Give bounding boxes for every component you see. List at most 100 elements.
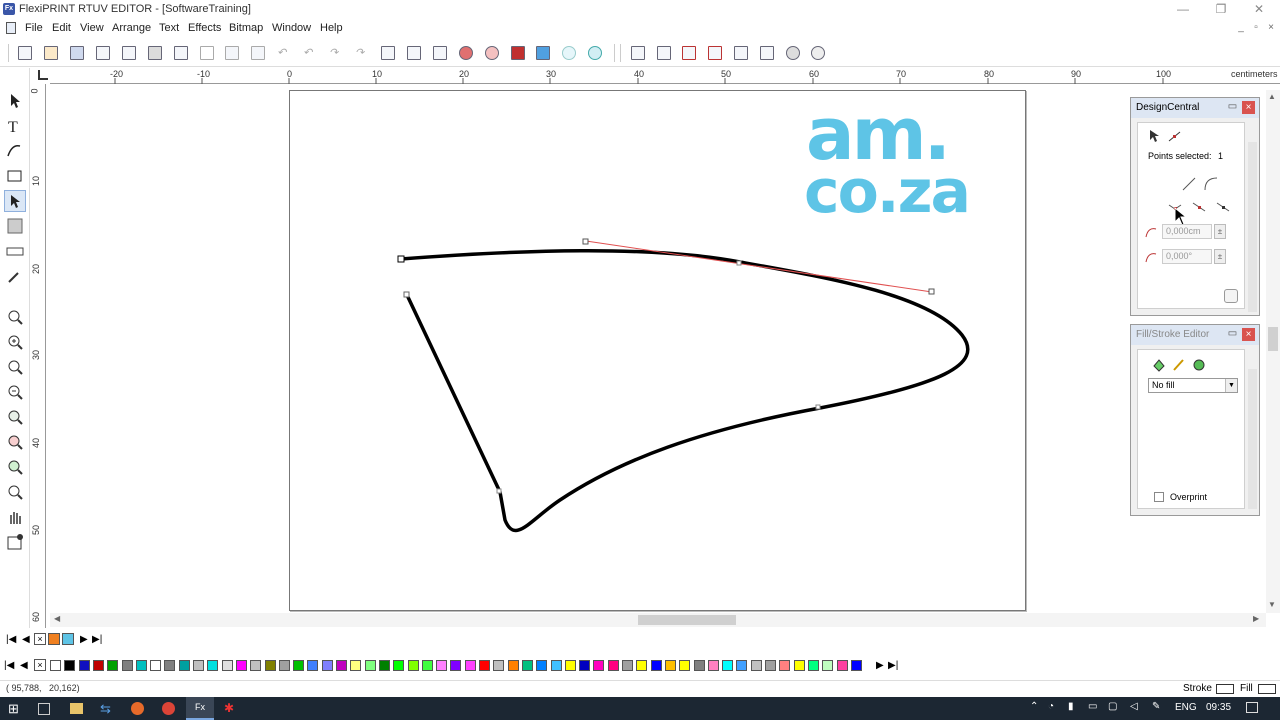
palette-swatch[interactable] xyxy=(322,660,333,671)
palette-swatch[interactable] xyxy=(579,660,590,671)
palette-swatch[interactable] xyxy=(736,660,747,671)
palette-swatch[interactable] xyxy=(694,660,705,671)
palette-swatch[interactable] xyxy=(708,660,719,671)
color-swatch[interactable] xyxy=(62,633,74,645)
palette-swatch[interactable] xyxy=(265,660,276,671)
palette-first-icon[interactable]: |◀ xyxy=(4,660,14,671)
horizontal-scroll-thumb[interactable] xyxy=(638,615,736,625)
palette-swatch[interactable] xyxy=(236,660,247,671)
firefox-icon[interactable] xyxy=(131,702,144,715)
path-node[interactable] xyxy=(736,260,742,266)
no-fill-swatch[interactable]: × xyxy=(34,659,46,671)
palette-swatch[interactable] xyxy=(79,660,90,671)
effects-icon[interactable] xyxy=(1190,356,1208,374)
palette-swatch[interactable] xyxy=(350,660,361,671)
tray-network-icon[interactable]: ▭ xyxy=(1088,701,1097,712)
panel-minimize-button[interactable]: ▭ xyxy=(1226,101,1239,114)
palette-swatch[interactable] xyxy=(408,660,419,671)
palette-swatch[interactable] xyxy=(279,660,290,671)
palette-swatch[interactable] xyxy=(479,660,490,671)
palette-swatch[interactable] xyxy=(851,660,862,671)
palette-swatch[interactable] xyxy=(751,660,762,671)
palette-swatch[interactable] xyxy=(336,660,347,671)
palette-swatch[interactable] xyxy=(808,660,819,671)
vertical-scrollbar[interactable]: ▲ ▼ xyxy=(1266,90,1280,613)
action-center-icon[interactable] xyxy=(1246,702,1258,713)
control-point[interactable] xyxy=(582,238,589,245)
palette-swatch[interactable] xyxy=(222,660,233,671)
palette-swatch[interactable] xyxy=(779,660,790,671)
palette-swatch[interactable] xyxy=(651,660,662,671)
tray-volume-icon[interactable]: ◁ xyxy=(1130,701,1138,712)
length-spinner[interactable]: ± xyxy=(1214,224,1226,239)
palette-swatch[interactable] xyxy=(822,660,833,671)
tray-mic-icon[interactable]: ▮ xyxy=(1068,701,1074,712)
path-node[interactable] xyxy=(496,488,502,494)
panel-close-button[interactable]: × xyxy=(1242,101,1255,114)
palette-swatch[interactable] xyxy=(622,660,633,671)
panel-minimize-button[interactable]: ▭ xyxy=(1226,328,1239,341)
palette-swatch[interactable] xyxy=(307,660,318,671)
angle-field[interactable]: 0,000° xyxy=(1162,249,1212,264)
color-swatch[interactable] xyxy=(48,633,60,645)
length-field[interactable]: 0,000cm xyxy=(1162,224,1212,239)
palette-swatch[interactable] xyxy=(765,660,776,671)
next-page-icon[interactable]: ▶ xyxy=(80,634,88,645)
first-page-icon[interactable]: |◀ xyxy=(6,634,16,645)
chevron-down-icon[interactable]: ▼ xyxy=(1225,379,1237,392)
palette-swatch[interactable] xyxy=(207,660,218,671)
palette-swatch[interactable] xyxy=(551,660,562,671)
tray-chevron-icon[interactable]: ⌃ xyxy=(1030,701,1038,712)
palette-swatch[interactable] xyxy=(164,660,175,671)
palette-swatch[interactable] xyxy=(136,660,147,671)
node-edit-icon[interactable] xyxy=(1166,127,1184,145)
palette-swatch[interactable] xyxy=(450,660,461,671)
prev-page-icon[interactable]: ◀ xyxy=(22,634,30,645)
palette-swatch[interactable] xyxy=(393,660,404,671)
no-color-swatch[interactable]: × xyxy=(34,633,46,645)
palette-swatch[interactable] xyxy=(608,660,619,671)
app-taskbar-icon[interactable]: ✱ xyxy=(224,700,242,717)
symmetric-node-icon[interactable] xyxy=(1214,197,1232,215)
curve-segment-icon[interactable] xyxy=(1202,175,1220,193)
panel-scrollbar[interactable] xyxy=(1248,142,1257,312)
palette-swatch[interactable] xyxy=(250,660,261,671)
palette-prev-icon[interactable]: ◀ xyxy=(20,660,28,671)
scroll-right-icon[interactable]: ▶ xyxy=(1253,614,1259,623)
clock[interactable]: 09:35 xyxy=(1206,702,1231,713)
control-point[interactable] xyxy=(928,288,935,295)
teamviewer-icon[interactable]: ⇆ xyxy=(100,700,118,717)
palette-swatch[interactable] xyxy=(93,660,104,671)
palette-swatch[interactable] xyxy=(193,660,204,671)
palette-swatch[interactable] xyxy=(679,660,690,671)
palette-swatch[interactable] xyxy=(365,660,376,671)
stroke-pen-icon[interactable] xyxy=(1170,356,1188,374)
panel-scrollbar[interactable] xyxy=(1248,369,1257,509)
angle-spinner[interactable]: ± xyxy=(1214,249,1226,264)
scroll-up-icon[interactable]: ▲ xyxy=(1268,92,1276,101)
tray-pen-icon[interactable]: ✎ xyxy=(1152,701,1160,712)
tray-security-icon[interactable]: ◔ xyxy=(1048,701,1054,712)
path-node[interactable] xyxy=(815,404,821,410)
palette-swatch[interactable] xyxy=(493,660,504,671)
file-explorer-icon[interactable] xyxy=(70,703,83,714)
palette-swatch[interactable] xyxy=(122,660,133,671)
palette-swatch[interactable] xyxy=(593,660,604,671)
tray-display-icon[interactable]: ▢ xyxy=(1108,701,1117,712)
palette-swatch[interactable] xyxy=(522,660,533,671)
panel-close-button[interactable]: × xyxy=(1242,328,1255,341)
palette-swatch[interactable] xyxy=(508,660,519,671)
palette-last-icon[interactable]: ▶| xyxy=(888,660,898,671)
palette-swatch[interactable] xyxy=(536,660,547,671)
smooth-node-icon[interactable] xyxy=(1190,197,1208,215)
language-indicator[interactable]: ENG xyxy=(1175,702,1197,713)
palette-swatch[interactable] xyxy=(565,660,576,671)
palette-swatch[interactable] xyxy=(64,660,75,671)
chrome-icon[interactable] xyxy=(162,702,175,715)
flexiprint-taskbar-icon[interactable]: Fx xyxy=(186,697,214,720)
palette-swatch[interactable] xyxy=(179,660,190,671)
palette-swatch[interactable] xyxy=(636,660,647,671)
palette-swatch[interactable] xyxy=(50,660,61,671)
palette-swatch[interactable] xyxy=(422,660,433,671)
start-icon[interactable]: ⊞ xyxy=(8,700,26,717)
